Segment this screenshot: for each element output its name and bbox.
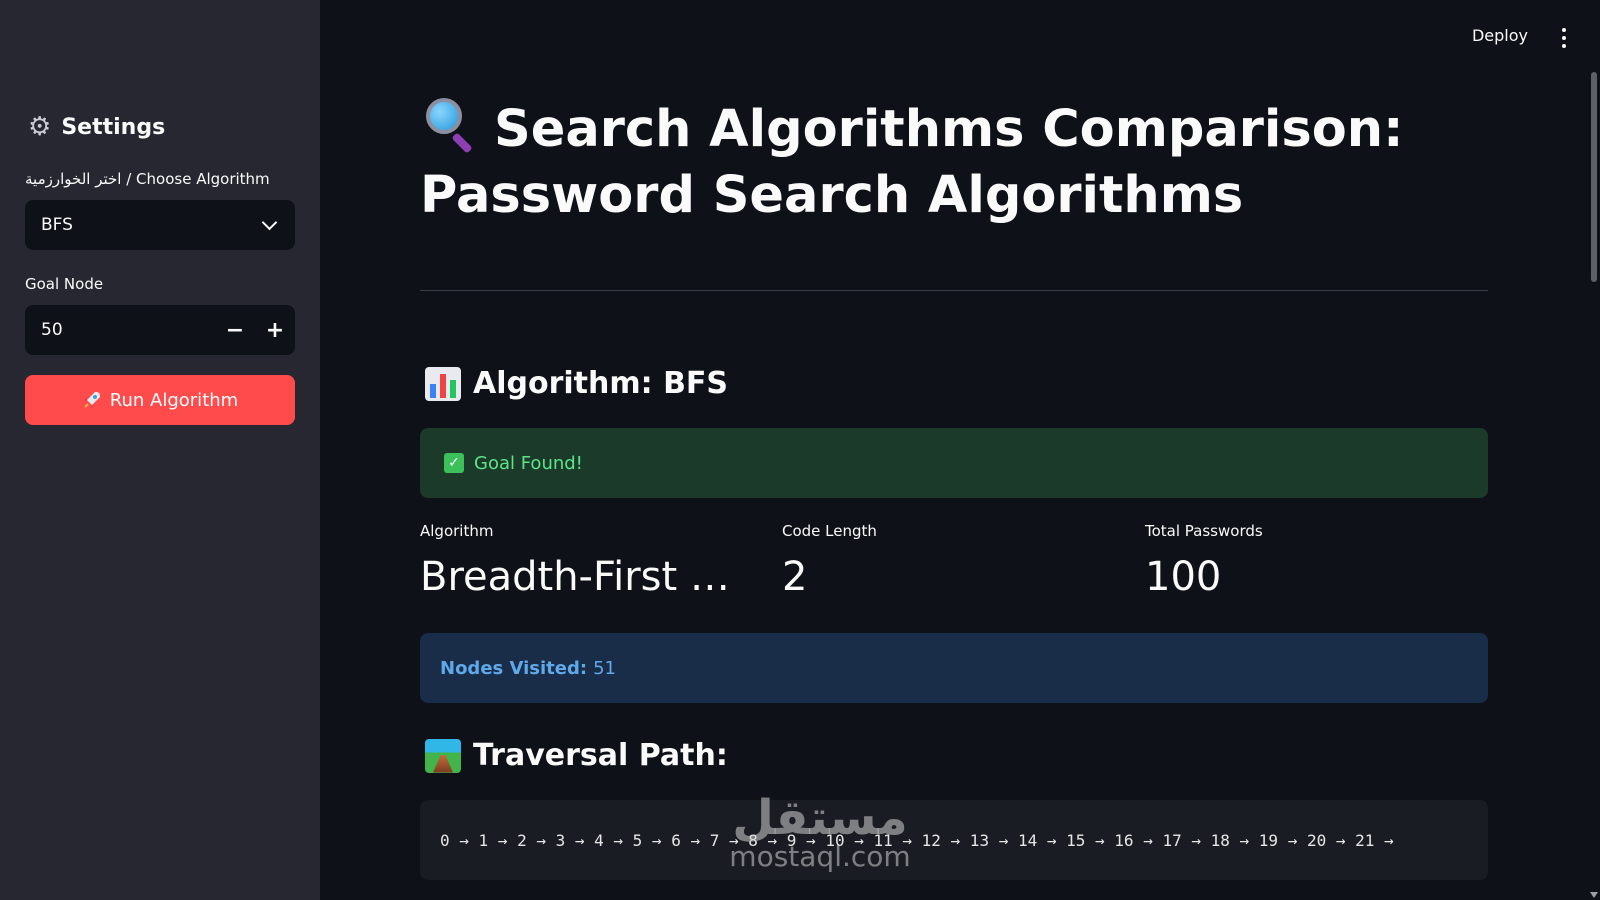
scrollbar[interactable] — [1588, 0, 1600, 900]
more-options-icon[interactable] — [1562, 28, 1566, 48]
metric-label: Total Passwords — [1145, 522, 1263, 540]
nodes-visited-value: 51 — [593, 657, 616, 679]
algorithm-select-value: BFS — [41, 215, 73, 235]
bar-chart-icon — [425, 366, 461, 401]
goal-node-input[interactable]: 50 — [41, 320, 215, 340]
traversal-path-heading: Traversal Path: — [425, 738, 728, 773]
page-title-text: Search Algorithms Comparison: Password S… — [420, 100, 1404, 225]
nodes-visited-info: Nodes Visited: 51 — [420, 633, 1488, 703]
magnifying-glass-icon — [420, 96, 480, 154]
traversal-path-text: 0 → 1 → 2 → 3 → 4 → 5 → 6 → 7 → 8 → 9 → … — [440, 830, 1394, 850]
metric-code-length: Code Length 2 — [782, 522, 1112, 600]
traversal-path-heading-text: Traversal Path: — [473, 738, 728, 773]
success-text: Goal Found! — [474, 452, 583, 474]
scrollbar-thumb[interactable] — [1591, 72, 1597, 282]
gear-icon: ⚙ — [28, 112, 52, 142]
decrement-button[interactable]: − — [215, 305, 255, 355]
algorithm-heading-text: Algorithm: BFS — [473, 366, 729, 401]
metric-value: Breadth-First S… — [420, 554, 750, 600]
deploy-button[interactable]: Deploy — [1472, 26, 1528, 45]
sidebar: ⚙ Settings اختر الخوارزمية / Choose Algo… — [0, 0, 320, 900]
sidebar-title: Settings — [61, 114, 166, 140]
metric-value: 2 — [782, 554, 808, 600]
rocket-icon — [83, 392, 100, 408]
main-content: Deploy Search Algorithms Comparison: Pas… — [320, 0, 1600, 900]
divider — [420, 290, 1488, 291]
metric-algorithm: Algorithm Breadth-First S… — [420, 522, 750, 600]
run-algorithm-button[interactable]: Run Algorithm — [25, 375, 295, 425]
scroll-down-icon[interactable] — [1590, 892, 1598, 898]
metric-label: Code Length — [782, 522, 877, 540]
chevron-down-icon — [261, 214, 278, 231]
metric-label: Algorithm — [420, 522, 494, 540]
page-title: Search Algorithms Comparison: Password S… — [420, 96, 1480, 229]
sidebar-header: ⚙ Settings — [28, 114, 165, 140]
metric-value: 100 — [1145, 554, 1222, 600]
traversal-path-code: 0 → 1 → 2 → 3 → 4 → 5 → 6 → 7 → 8 → 9 → … — [420, 800, 1488, 880]
algorithm-heading: Algorithm: BFS — [425, 366, 728, 401]
goal-node-stepper: 50 − + — [25, 305, 295, 355]
goal-node-label: Goal Node — [25, 275, 104, 293]
success-alert: ✓ Goal Found! — [420, 428, 1488, 498]
algorithm-select[interactable]: BFS — [25, 200, 295, 250]
nodes-visited-label: Nodes Visited: — [440, 657, 588, 679]
run-algorithm-label: Run Algorithm — [109, 389, 239, 411]
metric-total-passwords: Total Passwords 100 — [1145, 522, 1475, 600]
railway-track-icon — [425, 738, 461, 773]
increment-button[interactable]: + — [255, 305, 295, 355]
check-icon: ✓ — [444, 453, 464, 473]
algorithm-select-label: اختر الخوارزمية / Choose Algorithm — [25, 170, 270, 188]
